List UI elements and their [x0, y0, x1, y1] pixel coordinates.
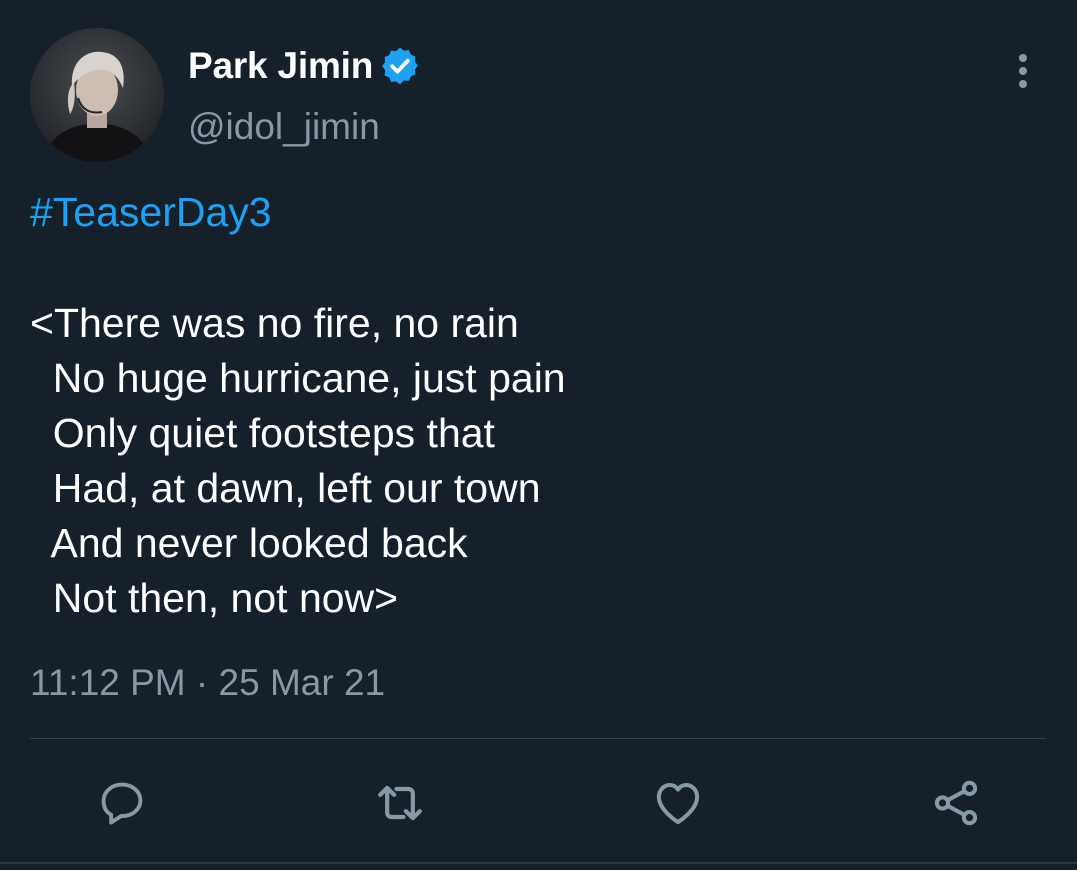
reply-button[interactable]: [94, 775, 150, 831]
verified-badge-icon: [382, 47, 419, 85]
tweet-line: <There was no fire, no rain: [30, 300, 519, 346]
divider: [30, 738, 1046, 739]
share-button[interactable]: [928, 775, 984, 831]
tweet-detail: Park Jimin @idol_jimin #TeaserDay3 <Ther…: [0, 0, 1077, 870]
avatar-image: [30, 28, 164, 162]
tweet-text: <There was no fire, no rain No huge hurr…: [30, 296, 566, 626]
heart-icon: [656, 782, 700, 825]
retweet-button[interactable]: [372, 775, 428, 831]
retweet-icon: [378, 785, 422, 821]
more-options-icon[interactable]: [1008, 52, 1038, 92]
tweet-line: Only quiet footsteps that: [30, 410, 495, 456]
like-button[interactable]: [650, 775, 706, 831]
reply-icon: [101, 782, 143, 825]
hashtag-link[interactable]: #TeaserDay3: [30, 189, 272, 236]
tweet-line: Not then, not now>: [30, 575, 399, 621]
tweet-line: Had, at dawn, left our town: [30, 465, 541, 511]
display-name[interactable]: Park Jimin: [188, 45, 373, 87]
author-handle[interactable]: @idol_jimin: [188, 106, 380, 148]
timestamp[interactable]: 11:12 PM · 25 Mar 21: [30, 662, 385, 704]
share-icon: [934, 780, 978, 826]
bottom-divider: [0, 862, 1077, 864]
tweet-line: And never looked back: [30, 520, 468, 566]
avatar[interactable]: [30, 28, 164, 162]
tweet-line: No huge hurricane, just pain: [30, 355, 566, 401]
author-name-row[interactable]: Park Jimin: [188, 44, 421, 88]
